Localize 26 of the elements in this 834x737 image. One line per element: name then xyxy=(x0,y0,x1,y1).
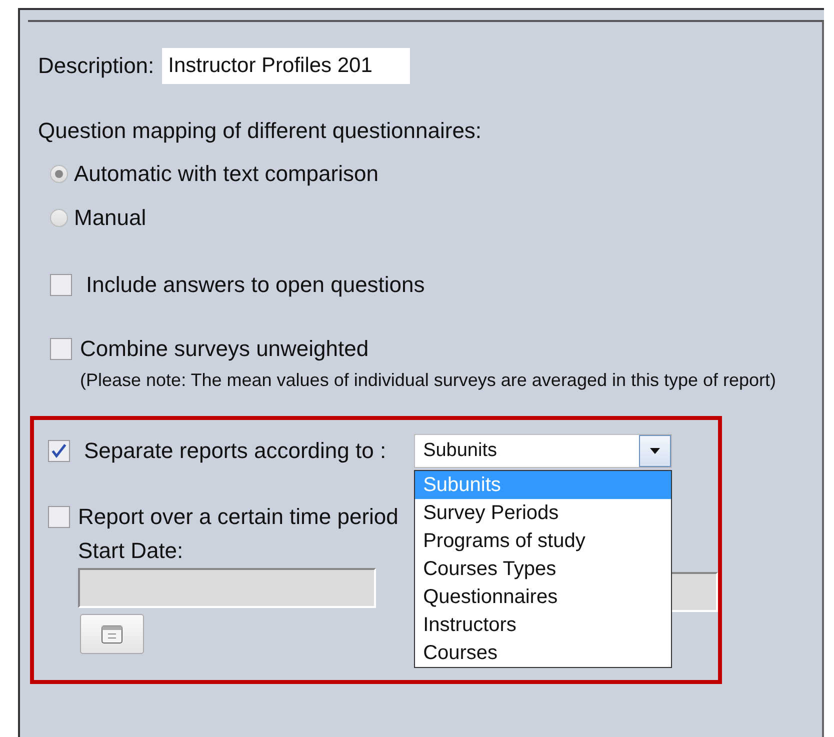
calendar-button[interactable] xyxy=(80,614,144,654)
checkbox-label: Report over a certain time period xyxy=(78,504,398,530)
start-date-label: Start Date: xyxy=(78,538,184,564)
dropdown-option[interactable]: Questionnaires xyxy=(415,583,672,611)
start-date-field[interactable] xyxy=(78,568,376,608)
checkbox[interactable] xyxy=(48,440,70,462)
radio-button[interactable] xyxy=(50,209,68,227)
dropdown-option[interactable]: Courses Types xyxy=(415,555,672,583)
dropdown-option[interactable]: Programs of study xyxy=(415,527,672,555)
radio-button[interactable] xyxy=(50,165,68,183)
radio-label: Automatic with text comparison xyxy=(74,161,378,187)
dropdown-option[interactable]: Survey Periods xyxy=(415,499,672,527)
checkbox[interactable] xyxy=(50,274,72,296)
description-label: Description: xyxy=(38,53,154,79)
note-text: (Please note: The mean values of individual surveys are averaged in this type of report) xyxy=(80,369,778,392)
dropdown-option[interactable]: Courses xyxy=(415,639,672,667)
question-mapping-label: Question mapping of different questionnaires: xyxy=(38,118,483,144)
checkbox[interactable] xyxy=(48,506,70,528)
description-field[interactable]: Instructor Profiles 201 xyxy=(162,48,410,84)
checkbox-label: Separate reports according to : xyxy=(84,438,386,464)
checkbox-label: Combine surveys unweighted xyxy=(80,336,369,362)
checkbox-label: Include answers to open questions xyxy=(86,272,425,298)
checkbox[interactable] xyxy=(50,338,72,360)
radio-label: Manual xyxy=(74,205,146,231)
dropdown-option[interactable]: Instructors xyxy=(415,611,672,639)
calendar-icon xyxy=(100,623,124,645)
